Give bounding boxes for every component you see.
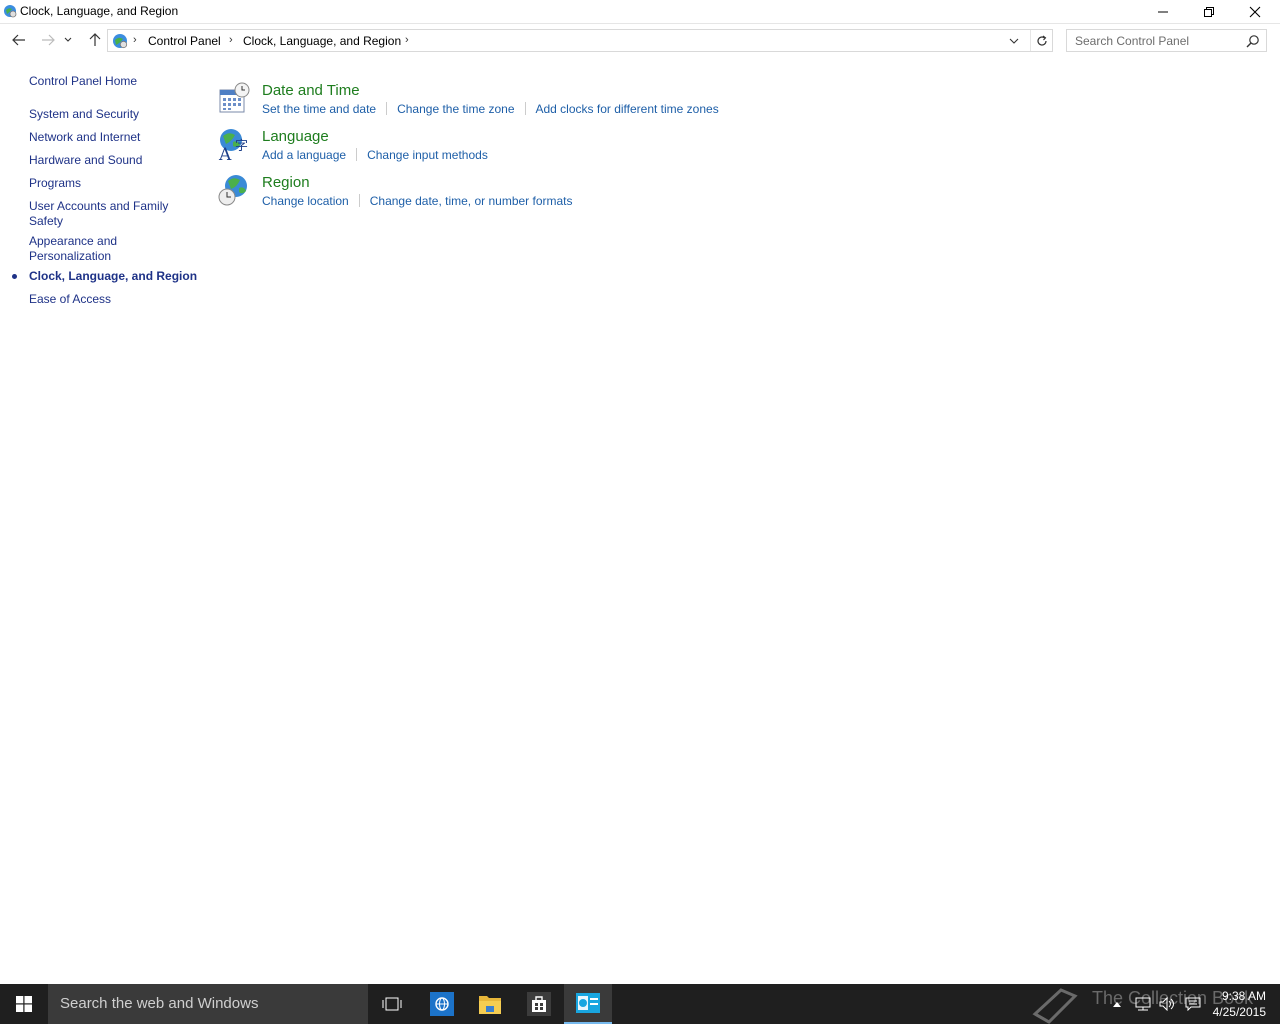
svg-text:A: A	[218, 145, 232, 162]
forward-button[interactable]	[37, 29, 59, 51]
add-clocks-link[interactable]: Add clocks for different time zones	[536, 102, 719, 116]
chevron-down-icon	[1009, 38, 1019, 44]
chevron-right-icon[interactable]: ›	[229, 34, 233, 46]
language-links: Add a language Change input methods	[262, 148, 488, 162]
up-button[interactable]	[84, 29, 106, 51]
minimize-button[interactable]	[1140, 0, 1186, 24]
search-icon[interactable]	[1246, 34, 1260, 48]
link-separator	[386, 102, 388, 115]
network-tray-button[interactable]	[1132, 984, 1154, 1024]
breadcrumb-control-panel[interactable]: Control Panel	[148, 34, 221, 48]
region-globe-icon	[218, 175, 247, 206]
taskbar-clock[interactable]: 9:38 AM 4/25/2015	[1213, 988, 1266, 1020]
set-time-and-date-link[interactable]: Set the time and date	[262, 102, 376, 116]
network-icon	[1135, 997, 1151, 1011]
browser-icon	[430, 992, 454, 1016]
store-icon	[527, 992, 551, 1016]
change-formats-link[interactable]: Change date, time, or number formats	[370, 194, 573, 208]
breadcrumb-clock-language-region[interactable]: Clock, Language, and Region	[243, 34, 401, 48]
nav-appearance-and-personalization[interactable]: Appearance and Personalization	[29, 234, 129, 264]
language-globe-icon: A 字	[218, 129, 248, 162]
start-button[interactable]	[0, 984, 48, 1024]
folder-icon	[479, 996, 501, 1014]
control-panel-icon	[113, 34, 128, 49]
volume-icon	[1159, 997, 1174, 1011]
nav-network-and-internet[interactable]: Network and Internet	[29, 130, 189, 145]
date-and-time-title[interactable]: Date and Time	[262, 82, 360, 99]
refresh-button[interactable]	[1030, 30, 1052, 51]
navigation-bar: › Control Panel › Clock, Language, and R…	[0, 24, 1280, 58]
chevron-down-icon	[64, 37, 72, 42]
nav-hardware-and-sound[interactable]: Hardware and Sound	[29, 153, 189, 168]
change-location-link[interactable]: Change location	[262, 194, 349, 208]
task-view-button[interactable]	[368, 984, 416, 1024]
search-box[interactable]	[1066, 29, 1267, 52]
window-title: Clock, Language, and Region	[20, 4, 179, 18]
control-panel-icon	[4, 5, 17, 18]
chevron-right-icon[interactable]: ›	[405, 34, 409, 46]
nav-system-and-security[interactable]: System and Security	[29, 107, 189, 122]
address-bar[interactable]: › Control Panel › Clock, Language, and R…	[107, 29, 1053, 52]
close-icon	[1249, 6, 1261, 18]
close-button[interactable]	[1232, 0, 1278, 24]
taskbar: Search the web and Windows The Collectio…	[0, 984, 1280, 1024]
forward-arrow-icon	[42, 34, 55, 46]
nav-ease-of-access[interactable]: Ease of Access	[29, 292, 189, 307]
link-separator	[358, 194, 360, 207]
control-panel-taskbar-icon	[576, 993, 600, 1013]
title-bar: Clock, Language, and Region	[0, 0, 1280, 24]
calendar-clock-icon	[219, 82, 250, 113]
change-input-methods-link[interactable]: Change input methods	[367, 148, 488, 162]
current-section-bullet	[12, 274, 17, 279]
refresh-icon	[1036, 35, 1047, 46]
show-hidden-icons-button[interactable]	[1108, 984, 1126, 1024]
change-time-zone-link[interactable]: Change the time zone	[397, 102, 514, 116]
taskbar-store[interactable]	[515, 984, 563, 1024]
back-button[interactable]	[8, 29, 30, 51]
windows-logo-icon	[16, 996, 32, 1012]
taskbar-search-box[interactable]: Search the web and Windows	[48, 984, 368, 1024]
region-title[interactable]: Region	[262, 174, 310, 191]
up-arrow-icon	[89, 33, 101, 46]
taskbar-search-text: Search the web and Windows	[60, 995, 259, 1012]
restore-icon	[1204, 7, 1214, 17]
taskbar-browser[interactable]	[418, 984, 466, 1024]
link-separator	[524, 102, 526, 115]
search-input[interactable]	[1067, 30, 1243, 51]
volume-tray-button[interactable]	[1156, 984, 1178, 1024]
clock-time: 9:38 AM	[1221, 989, 1266, 1003]
taskbar-file-explorer[interactable]	[466, 984, 514, 1024]
notification-icon	[1185, 997, 1201, 1011]
nav-programs[interactable]: Programs	[29, 176, 189, 191]
book-logo-icon	[1032, 988, 1078, 1024]
nav-clock-language-region[interactable]: Clock, Language, and Region	[29, 269, 199, 284]
chevron-right-icon[interactable]: ›	[133, 34, 137, 46]
minimize-icon	[1158, 11, 1168, 13]
chevron-up-icon	[1113, 1002, 1121, 1007]
region-links: Change location Change date, time, or num…	[262, 194, 573, 208]
action-center-button[interactable]	[1182, 984, 1204, 1024]
recent-locations-button[interactable]	[61, 29, 75, 51]
restore-button[interactable]	[1186, 0, 1232, 24]
watermark-logo	[1028, 984, 1084, 1024]
task-view-icon	[382, 997, 402, 1011]
link-separator	[356, 148, 358, 161]
add-language-link[interactable]: Add a language	[262, 148, 346, 162]
language-title[interactable]: Language	[262, 128, 329, 145]
svg-text:字: 字	[235, 139, 248, 154]
address-history-dropdown[interactable]	[1006, 30, 1022, 51]
taskbar-control-panel[interactable]	[564, 984, 612, 1024]
date-and-time-links: Set the time and date Change the time zon…	[262, 102, 719, 116]
back-arrow-icon	[12, 34, 25, 46]
nav-user-accounts[interactable]: User Accounts and Family Safety	[29, 199, 174, 229]
clock-date: 4/25/2015	[1212, 1005, 1266, 1019]
control-panel-home-link[interactable]: Control Panel Home	[29, 74, 189, 89]
